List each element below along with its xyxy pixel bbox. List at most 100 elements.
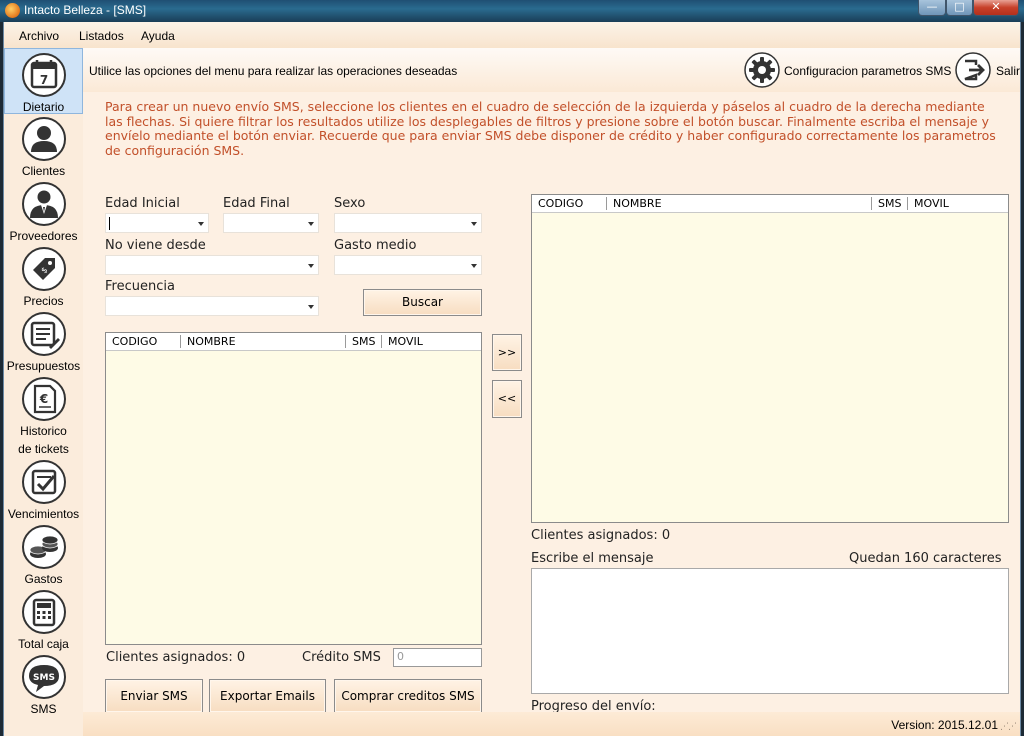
buscar-button[interactable]: Buscar bbox=[363, 289, 482, 316]
menu-archivo[interactable]: Archivo bbox=[19, 29, 59, 43]
credito-sms-field: 0 bbox=[393, 648, 482, 667]
supplier-icon bbox=[21, 182, 66, 226]
status-bar: Version: 2015.12.01 ⋰⋰ bbox=[83, 712, 1020, 736]
remove-selected-button[interactable]: << bbox=[492, 380, 522, 418]
no-viene-desde-label: No viene desde bbox=[105, 238, 206, 253]
config-sms-label: Configuracion parametros SMS bbox=[784, 64, 952, 78]
sidebar-item-label: Proveedores bbox=[9, 229, 78, 243]
frecuencia-label: Frecuencia bbox=[105, 279, 175, 294]
sidebar-item-vencimientos[interactable]: Vencimientos bbox=[4, 459, 83, 523]
sidebar-item-sms[interactable]: SMS SMS bbox=[4, 654, 83, 718]
edad-inicial-label: Edad Inicial bbox=[105, 196, 180, 211]
sexo-select[interactable] bbox=[334, 213, 482, 233]
edad-final-label: Edad Final bbox=[223, 196, 290, 211]
chevron-down-icon bbox=[308, 264, 314, 268]
sidebar-item-clientes[interactable]: Clientes bbox=[4, 116, 83, 180]
exportar-emails-button[interactable]: Exportar Emails bbox=[209, 679, 326, 713]
close-button[interactable]: ✕ bbox=[973, 0, 1019, 16]
menu-ayuda[interactable]: Ayuda bbox=[141, 29, 175, 43]
sidebar-item-label: SMS bbox=[30, 702, 57, 716]
app-logo-icon bbox=[5, 3, 20, 18]
chevron-down-icon bbox=[198, 222, 204, 226]
left-clients-assigned: Clientes asignados: 0 bbox=[106, 650, 246, 665]
sidebar-item-presupuestos[interactable]: Presupuestos bbox=[4, 311, 83, 375]
sidebar-item-label: Dietario bbox=[22, 100, 65, 114]
window-title: Intacto Belleza - [SMS] bbox=[24, 3, 147, 17]
resize-grip-icon[interactable]: ⋰⋰ bbox=[1000, 722, 1017, 732]
config-sms-button[interactable]: Configuracion parametros SMS bbox=[744, 52, 954, 88]
sidebar-item-label: Historico bbox=[20, 424, 67, 438]
chevron-down-icon bbox=[471, 264, 477, 268]
sidebar-item-gastos[interactable]: Gastos bbox=[4, 524, 83, 588]
gear-icon bbox=[744, 52, 780, 88]
col-movil[interactable]: MOVIL bbox=[907, 197, 949, 210]
menu-bar: Archivo Listados Ayuda bbox=[4, 22, 1020, 48]
sidebar-item-total-caja[interactable]: Total caja bbox=[4, 589, 83, 653]
col-sms[interactable]: SMS bbox=[871, 197, 901, 210]
calculator-icon bbox=[21, 590, 66, 634]
enviar-sms-button[interactable]: Enviar SMS bbox=[105, 679, 203, 713]
header-hint: Utilice las opciones del menu para reali… bbox=[89, 64, 458, 78]
edad-inicial-select[interactable] bbox=[105, 213, 209, 233]
col-codigo[interactable]: CODIGO bbox=[106, 335, 157, 348]
sms-badge: SMS bbox=[33, 673, 55, 683]
col-movil[interactable]: MOVIL bbox=[381, 335, 423, 348]
col-sms[interactable]: SMS bbox=[345, 335, 375, 348]
clients-source-grid[interactable]: CODIGO NOMBRE SMS MOVIL bbox=[105, 332, 482, 645]
coins-icon bbox=[21, 525, 66, 569]
instructions-text: Para crear un nuevo envío SMS, seleccion… bbox=[105, 99, 996, 158]
gasto-medio-select[interactable] bbox=[334, 255, 482, 275]
sidebar-item-label-line2: de tickets bbox=[18, 442, 69, 456]
text-caret bbox=[109, 217, 110, 230]
sidebar-item-label: Presupuestos bbox=[6, 359, 81, 373]
sidebar-item-dietario[interactable]: 7 Dietario bbox=[4, 48, 83, 114]
frecuencia-select[interactable] bbox=[105, 296, 319, 316]
grid-header: CODIGO NOMBRE SMS MOVIL bbox=[532, 195, 1008, 213]
exit-icon bbox=[955, 52, 991, 88]
sidebar-item-label: Total caja bbox=[18, 637, 69, 651]
sidebar-item-historico-tickets[interactable]: € Historico de tickets bbox=[4, 376, 83, 458]
app-window: Archivo Listados Ayuda 7 Dietario Client… bbox=[3, 22, 1021, 736]
chevron-down-icon bbox=[471, 222, 477, 226]
exit-button[interactable]: Salir bbox=[955, 52, 1021, 88]
user-icon bbox=[21, 117, 66, 161]
title-bar: Intacto Belleza - [SMS] — □ ✕ bbox=[0, 0, 1024, 22]
sidebar-item-label: Clientes bbox=[21, 164, 66, 178]
col-nombre[interactable]: NOMBRE bbox=[606, 197, 662, 210]
comprar-creditos-button[interactable]: Comprar creditos SMS bbox=[334, 679, 482, 713]
exit-label: Salir bbox=[996, 64, 1021, 78]
expiry-icon bbox=[21, 460, 66, 504]
grid-header: CODIGO NOMBRE SMS MOVIL bbox=[106, 333, 481, 351]
edad-final-select[interactable] bbox=[223, 213, 319, 233]
col-codigo[interactable]: CODIGO bbox=[532, 197, 583, 210]
add-selected-button[interactable]: >> bbox=[492, 334, 522, 371]
calendar-day: 7 bbox=[39, 73, 47, 87]
sexo-label: Sexo bbox=[334, 196, 366, 211]
minimize-button[interactable]: — bbox=[918, 0, 946, 16]
menu-listados[interactable]: Listados bbox=[79, 29, 124, 43]
no-viene-desde-select[interactable] bbox=[105, 255, 319, 275]
chevron-down-icon bbox=[308, 305, 314, 309]
message-label: Escribe el mensaje bbox=[531, 551, 654, 566]
sms-icon: SMS bbox=[21, 655, 66, 699]
budget-icon bbox=[21, 312, 66, 356]
header-strip: Utilice las opciones del menu para reali… bbox=[83, 48, 1020, 92]
calendar-icon: 7 bbox=[21, 53, 66, 97]
message-textarea[interactable] bbox=[531, 568, 1009, 694]
sidebar-item-proveedores[interactable]: Proveedores bbox=[4, 181, 83, 245]
sidebar: 7 Dietario Clientes Proveedores $ Precio… bbox=[4, 48, 83, 736]
sidebar-item-precios[interactable]: $ Precios bbox=[4, 246, 83, 310]
svg-text:€: € bbox=[38, 392, 47, 406]
gasto-medio-label: Gasto medio bbox=[334, 238, 417, 253]
sidebar-item-label: Vencimientos bbox=[7, 507, 80, 521]
right-clients-assigned: Clientes asignados: 0 bbox=[531, 528, 671, 543]
version-label: Version: 2015.12.01 bbox=[891, 718, 998, 732]
main-content: Utilice las opciones del menu para reali… bbox=[83, 48, 1020, 736]
credito-sms-label: Crédito SMS bbox=[302, 650, 381, 665]
col-nombre[interactable]: NOMBRE bbox=[180, 335, 236, 348]
maximize-button[interactable]: □ bbox=[946, 0, 973, 16]
price-tag-icon: $ bbox=[21, 247, 66, 291]
sidebar-item-label: Precios bbox=[23, 294, 64, 308]
chars-remaining: Quedan 160 caracteres bbox=[849, 551, 1002, 566]
clients-assigned-grid[interactable]: CODIGO NOMBRE SMS MOVIL bbox=[531, 194, 1009, 523]
